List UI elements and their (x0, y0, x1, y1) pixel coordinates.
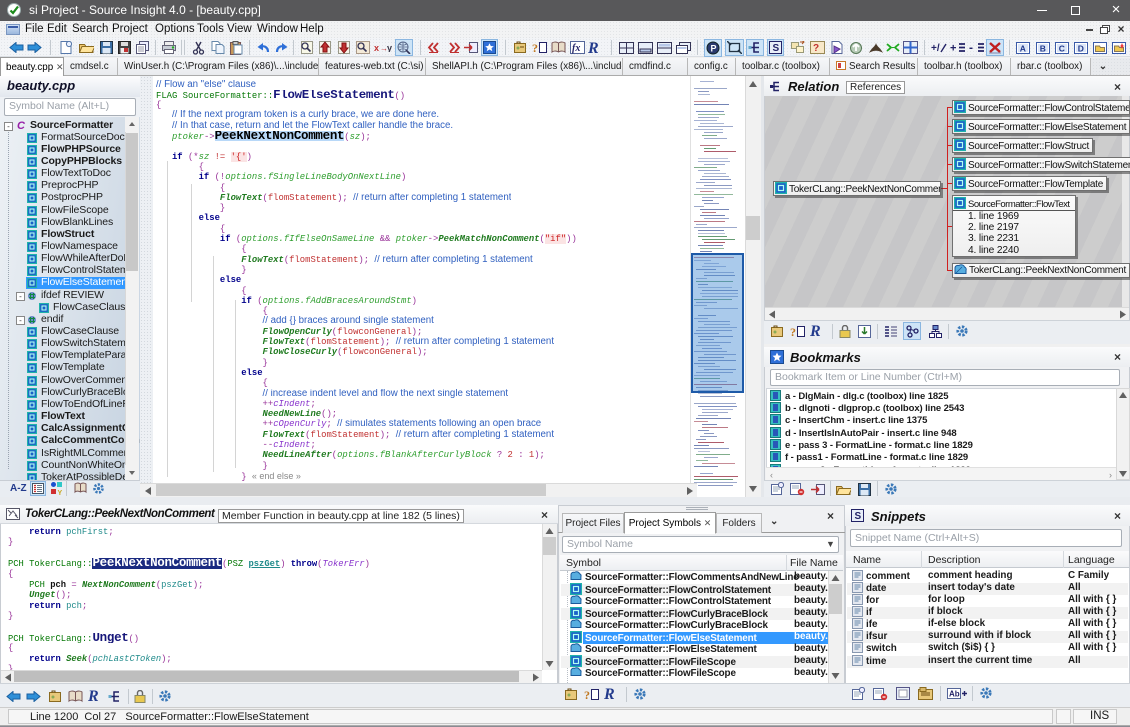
svg-text:S: S (773, 43, 780, 54)
svg-text:S: S (855, 511, 862, 522)
svg-text:+/: +/ (931, 43, 940, 53)
svg-text:R: R (604, 686, 615, 702)
svg-text:Ab: Ab (949, 690, 960, 699)
svg-text:x: x (374, 43, 379, 52)
svg-text:-: - (969, 42, 973, 53)
svg-text:P: P (711, 44, 717, 54)
svg-text:?: ? (532, 41, 538, 54)
svg-text:fx: fx (572, 43, 580, 54)
svg-text:y: y (387, 43, 392, 52)
svg-text:R: R (588, 40, 599, 56)
svg-text:R: R (88, 688, 99, 704)
svg-text:?: ? (813, 43, 819, 54)
svg-text:A: A (1020, 43, 1026, 53)
svg-text:?: ? (584, 688, 590, 701)
svg-text:C: C (1059, 43, 1065, 53)
svg-text:?: ? (790, 325, 796, 338)
svg-text:R: R (810, 323, 821, 339)
svg-text:+: + (950, 43, 956, 54)
svg-text:Y: Y (58, 490, 63, 495)
svg-text:D: D (1078, 43, 1084, 53)
svg-text:B: B (1040, 43, 1046, 53)
